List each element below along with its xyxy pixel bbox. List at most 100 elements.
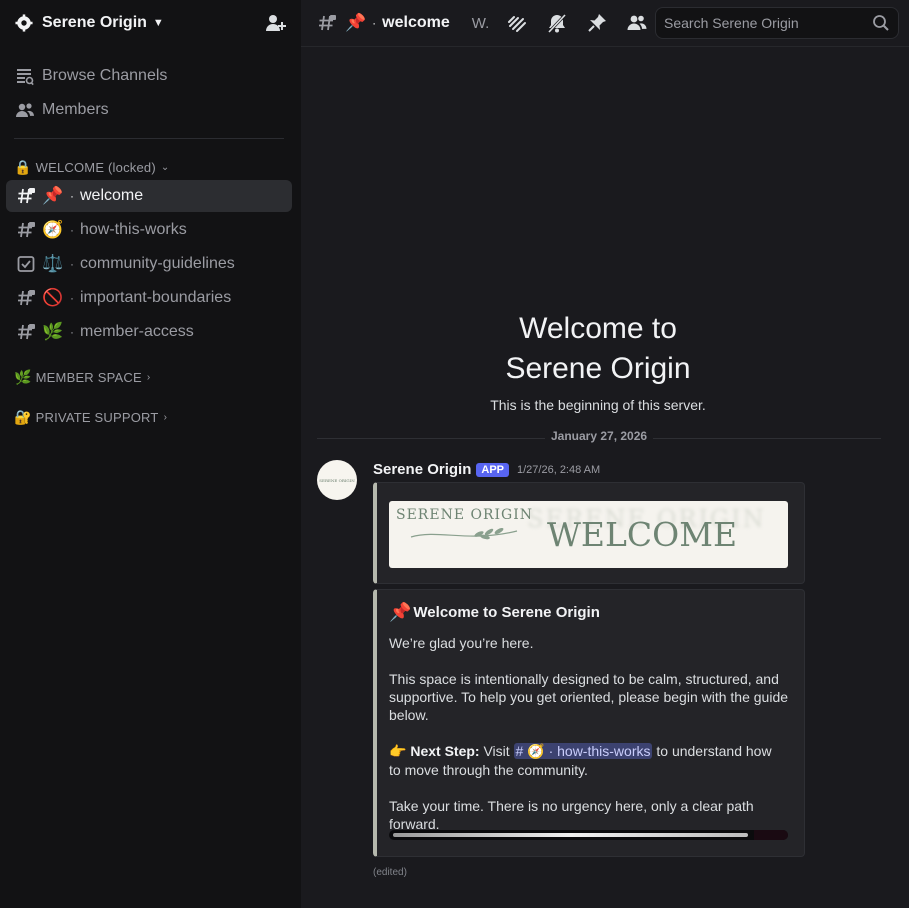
member-list-icon[interactable]	[625, 11, 649, 35]
channel-member-access[interactable]: 🌿 · member-access	[6, 316, 292, 348]
embed-title: 📌 Welcome to Serene Origin	[389, 602, 600, 623]
search-icon	[872, 14, 890, 32]
search-placeholder: Search Serene Origin	[664, 15, 799, 31]
embed-title-text: Welcome to Serene Origin	[413, 604, 600, 621]
channel-community-guidelines[interactable]: ⚖️ · community-guidelines	[6, 248, 292, 280]
prohibited-icon: 🚫	[42, 288, 64, 307]
separator-dot: ·	[70, 291, 74, 305]
chevron-down-icon: ⌄	[160, 161, 170, 173]
visit-text: Visit	[483, 743, 510, 759]
locked-channel-hash-icon	[16, 288, 36, 308]
channel-name: how-this-works	[80, 221, 187, 238]
avatar[interactable]: SERENE ORIGIN	[317, 460, 357, 500]
app-badge: APP	[476, 462, 509, 477]
notification-muted-icon[interactable]	[545, 11, 569, 35]
browse-channels-icon	[14, 65, 36, 87]
herb-icon: 🌿	[42, 322, 64, 341]
locked-channel-hash-icon	[317, 13, 337, 33]
welcome-banner-image[interactable]: SERENE ORIGIN SERENE ORIGIN WELCOME	[389, 501, 788, 568]
channel-name: member-access	[80, 323, 194, 340]
welcome-subtitle: This is the beginning of this server.	[490, 397, 706, 413]
browse-channels-label: Browse Channels	[42, 67, 168, 84]
embed-footer-image[interactable]	[389, 830, 788, 840]
invite-member-icon[interactable]	[265, 12, 287, 34]
channel-title: welcome	[382, 14, 450, 31]
lock-icon: 🔒	[14, 158, 32, 175]
pushpin-icon: 📌	[389, 602, 412, 622]
chevron-down-icon: ▼	[152, 17, 164, 29]
pinned-messages-icon[interactable]	[585, 11, 609, 35]
members-icon	[14, 99, 36, 121]
image-glow-stripe	[393, 833, 748, 837]
category-member-space[interactable]: 🌿 MEMBER SPACE ›	[14, 367, 150, 387]
message-author[interactable]: Serene Origin	[373, 461, 471, 478]
pushpin-icon: 📌	[345, 13, 367, 32]
message-header: Serene Origin APP 1/27/26, 2:48 AM	[373, 461, 600, 478]
channel-name: welcome	[80, 187, 144, 204]
separator-dot: ·	[70, 325, 74, 339]
sidebar: Serene Origin ▼ Browse Channels Members …	[0, 0, 301, 908]
category-label: WELCOME (locked)	[35, 159, 156, 175]
embed-line: supportive. To help you get oriented, pl…	[389, 689, 789, 705]
embed-line: to move through the community.	[389, 762, 588, 778]
embed-line: Take your time. There is no urgency here…	[389, 798, 754, 832]
server-header[interactable]: Serene Origin ▼	[0, 0, 301, 46]
server-settings-icon	[14, 13, 34, 33]
lock-with-key-icon: 🔐	[14, 408, 32, 425]
next-step-rest: to understand how	[656, 743, 772, 759]
threads-icon[interactable]	[505, 11, 529, 35]
date-label: January 27, 2026	[545, 429, 654, 443]
banner-welcome-text: WELCOME	[547, 515, 738, 554]
embed-banner: SERENE ORIGIN SERENE ORIGIN WELCOME	[373, 482, 805, 584]
welcome-heading: Welcome to Serene Origin	[301, 309, 895, 389]
channel-topic[interactable]: W.	[472, 15, 490, 32]
banner-brand-text: SERENE ORIGIN	[396, 507, 534, 523]
browse-channels-item[interactable]: Browse Channels	[8, 60, 292, 92]
herb-icon: 🌿	[14, 368, 32, 385]
chevron-right-icon: ›	[146, 371, 151, 383]
locked-channel-hash-icon	[16, 322, 36, 342]
locked-channel-hash-icon	[16, 186, 36, 206]
separator-dot: ·	[70, 257, 74, 271]
next-step-label: Next Step:	[410, 743, 480, 759]
embed-line: This space is intentionally designed to …	[389, 671, 779, 687]
pushpin-icon: 📌	[42, 186, 64, 205]
members-item[interactable]: Members	[8, 94, 292, 126]
message-area: Welcome to Serene Origin This is the beg…	[301, 46, 909, 908]
embed-next-step: 👉 Next Step: Visit # 🧭 · how-this-works …	[389, 742, 799, 760]
category-label: PRIVATE SUPPORT	[35, 409, 159, 425]
category-private-support[interactable]: 🔐 PRIVATE SUPPORT ›	[14, 407, 167, 427]
message-timestamp[interactable]: 1/27/26, 2:48 AM	[517, 464, 600, 476]
embed-welcome-message: 📌 Welcome to Serene Origin We’re glad yo…	[373, 589, 805, 857]
separator-dot: ·	[372, 16, 377, 30]
chevron-right-icon: ›	[163, 411, 168, 423]
image-dark-end	[754, 830, 788, 840]
locked-channel-hash-icon	[16, 220, 36, 240]
channel-header: 📌 · welcome W. Search Serene Origin	[301, 0, 909, 46]
sidebar-divider	[14, 138, 284, 139]
leaf-branch-icon	[410, 527, 518, 540]
embed-line: below.	[389, 707, 429, 723]
search-input[interactable]: Search Serene Origin	[655, 7, 899, 39]
welcome-heading-line1: Welcome to	[519, 312, 677, 345]
channel-important-boundaries[interactable]: 🚫 · important-boundaries	[6, 282, 292, 314]
rules-channel-icon	[16, 254, 36, 274]
avatar-text: SERENE ORIGIN	[319, 477, 355, 483]
scales-icon: ⚖️	[42, 254, 64, 273]
compass-icon: 🧭	[527, 743, 545, 759]
separator-dot: ·	[548, 743, 554, 759]
edited-indicator: (edited)	[373, 867, 407, 878]
channel-mention-how-this-works[interactable]: # 🧭 · how-this-works	[513, 743, 653, 759]
welcome-heading-line2: Serene Origin	[505, 352, 691, 385]
members-label: Members	[42, 101, 109, 118]
channel-name: important-boundaries	[80, 289, 232, 306]
embed-line: We’re glad you’re here.	[389, 635, 534, 651]
channel-welcome[interactable]: 📌 · welcome	[6, 180, 292, 212]
mention-hash: #	[515, 743, 524, 759]
category-label: MEMBER SPACE	[35, 369, 142, 385]
mention-name: how-this-works	[557, 743, 651, 759]
category-welcome[interactable]: 🔒 WELCOME (locked) ⌄	[14, 157, 169, 177]
compass-icon: 🧭	[42, 220, 64, 239]
channel-how-this-works[interactable]: 🧭 · how-this-works	[6, 214, 292, 246]
server-name: Serene Origin	[42, 14, 147, 31]
